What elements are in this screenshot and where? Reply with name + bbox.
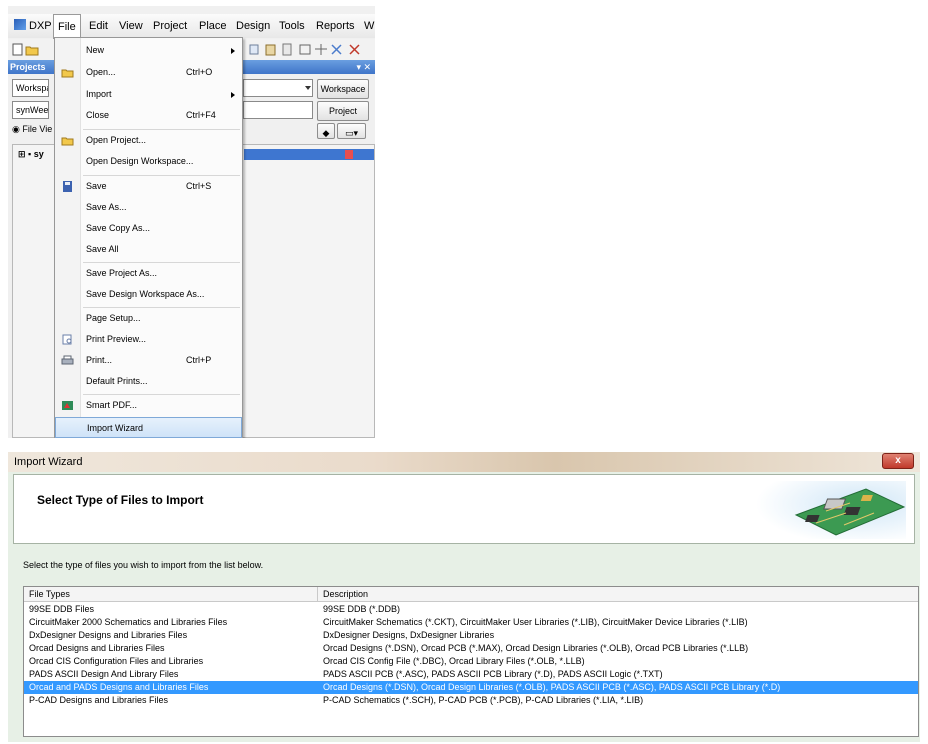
printer-icon — [61, 355, 74, 365]
clipboard-icon[interactable] — [280, 43, 294, 56]
panel-pin-close-icon[interactable]: ▾ ✕ — [356, 60, 371, 74]
new-document-icon[interactable] — [11, 43, 25, 56]
pcb-board-icon — [756, 481, 906, 539]
menu-project[interactable]: Project — [149, 14, 191, 38]
wizard-header: Select Type of Files to Import — [13, 474, 915, 544]
open-folder-icon — [61, 69, 74, 78]
menu-item-save-design-workspace-as[interactable]: Save Design Workspace As... — [55, 284, 242, 305]
file-type-list: File Types Description 99SE DDB Files 99S… — [23, 586, 919, 737]
compile-icon[interactable]: ◆ — [317, 123, 335, 139]
list-item[interactable]: DxDesigner Designs and Libraries Files Dx… — [24, 629, 918, 642]
menu-bar: DXP File Edit View Project Place Design … — [8, 14, 375, 39]
list-item[interactable]: PADS ASCII Design And Library Files PADS … — [24, 668, 918, 681]
menu-item-print-preview[interactable]: Print Preview... — [55, 329, 242, 350]
menu-tools[interactable]: Tools — [275, 14, 309, 38]
list-item-selected[interactable]: Orcad and PADS Designs and Libraries Fil… — [24, 681, 918, 694]
menu-design[interactable]: Design — [232, 14, 274, 38]
menu-item-save-project-as[interactable]: Save Project As... — [55, 263, 242, 284]
submenu-arrow-icon — [231, 48, 235, 54]
tree-item-project[interactable]: ⊞ ▪ sy — [18, 149, 44, 160]
dxp-screenshot: DXP File Edit View Project Place Design … — [8, 6, 375, 438]
menu-edit[interactable]: Edit — [85, 14, 112, 38]
menu-reports[interactable]: Reports — [312, 14, 359, 38]
list-item[interactable]: 99SE DDB Files 99SE DDB (*.DDB) — [24, 603, 918, 616]
submenu-arrow-icon — [231, 92, 235, 98]
close-icon: x — [895, 455, 901, 466]
list-item[interactable]: CircuitMaker 2000 Schematics and Librari… — [24, 616, 918, 629]
menu-item-save-as[interactable]: Save As... — [55, 197, 242, 218]
menu-item-page-setup[interactable]: Page Setup... — [55, 308, 242, 329]
workspace-select[interactable] — [243, 79, 313, 97]
menu-place[interactable]: Place — [195, 14, 231, 38]
menu-item-open-project[interactable]: Open Project... — [55, 130, 242, 151]
workspace-dropdown-field[interactable]: Workspa — [12, 79, 49, 97]
project-button[interactable]: Project — [317, 101, 369, 121]
chevron-down-icon — [305, 86, 311, 90]
workspace-button[interactable]: Workspace — [317, 79, 369, 99]
menu-item-save-all[interactable]: Save All — [55, 239, 242, 260]
menu-item-default-prints[interactable]: Default Prints... — [55, 371, 242, 392]
project-options-icon[interactable]: ▭▾ — [337, 123, 366, 139]
project-field[interactable]: synWee.I — [12, 101, 49, 119]
copy-icon[interactable] — [248, 43, 262, 56]
open-project-icon — [61, 137, 74, 146]
menu-item-import[interactable]: Import — [55, 84, 242, 105]
save-disk-icon — [63, 181, 72, 192]
import-wizard-window: Import Wizard x Select Type of Files to … — [8, 452, 920, 742]
select-rect-icon[interactable] — [298, 43, 312, 56]
tree-selected-row — [244, 149, 374, 160]
print-preview-icon — [62, 334, 72, 345]
smart-pdf-icon — [62, 401, 73, 410]
menu-window[interactable]: W — [360, 14, 375, 38]
column-header-file-types[interactable]: File Types — [29, 587, 70, 602]
window-title-bar: Import Wizard — [8, 452, 920, 472]
menu-file[interactable]: File — [53, 14, 81, 39]
menu-dxp[interactable]: DXP — [10, 14, 56, 38]
file-menu: New Open... Ctrl+O Import Close Ctrl+F4 Op… — [54, 37, 243, 438]
document-modified-icon — [345, 150, 353, 159]
menu-item-save[interactable]: Save Ctrl+S — [55, 176, 242, 197]
deselect-icon[interactable] — [330, 43, 344, 56]
list-item[interactable]: Orcad CIS Configuration Files and Librar… — [24, 655, 918, 668]
menu-item-import-wizard[interactable]: Import Wizard — [55, 417, 242, 438]
menu-item-open[interactable]: Open... Ctrl+O — [55, 62, 242, 83]
menu-item-close[interactable]: Close Ctrl+F4 — [55, 105, 242, 126]
list-header: File Types Description — [24, 587, 918, 602]
list-item[interactable]: Orcad Designs and Libraries Files Orcad D… — [24, 642, 918, 655]
open-folder-icon[interactable] — [25, 43, 39, 56]
menu-item-print[interactable]: Print... Ctrl+P — [55, 350, 242, 371]
window-title: Import Wizard — [14, 456, 83, 468]
dxp-logo-icon — [14, 19, 26, 30]
paste-icon[interactable] — [264, 43, 278, 56]
column-header-description[interactable]: Description — [323, 587, 368, 602]
file-view-radio[interactable]: ◉ File Vie — [12, 124, 52, 135]
menu-item-smart-pdf[interactable]: Smart PDF... — [55, 395, 242, 416]
close-button[interactable]: x — [882, 453, 914, 469]
menu-item-new[interactable]: New — [55, 40, 242, 61]
menu-view[interactable]: View — [115, 14, 147, 38]
clear-icon[interactable] — [348, 43, 362, 56]
page-title: Select Type of Files to Import — [37, 493, 204, 507]
move-cross-icon[interactable] — [314, 43, 328, 56]
instruction-text: Select the type of files you wish to imp… — [23, 560, 264, 570]
project-select[interactable] — [243, 101, 313, 119]
menu-item-save-copy-as[interactable]: Save Copy As... — [55, 218, 242, 239]
menu-item-open-design-workspace[interactable]: Open Design Workspace... — [55, 151, 242, 172]
list-item[interactable]: P-CAD Designs and Libraries Files P-CAD S… — [24, 694, 918, 707]
